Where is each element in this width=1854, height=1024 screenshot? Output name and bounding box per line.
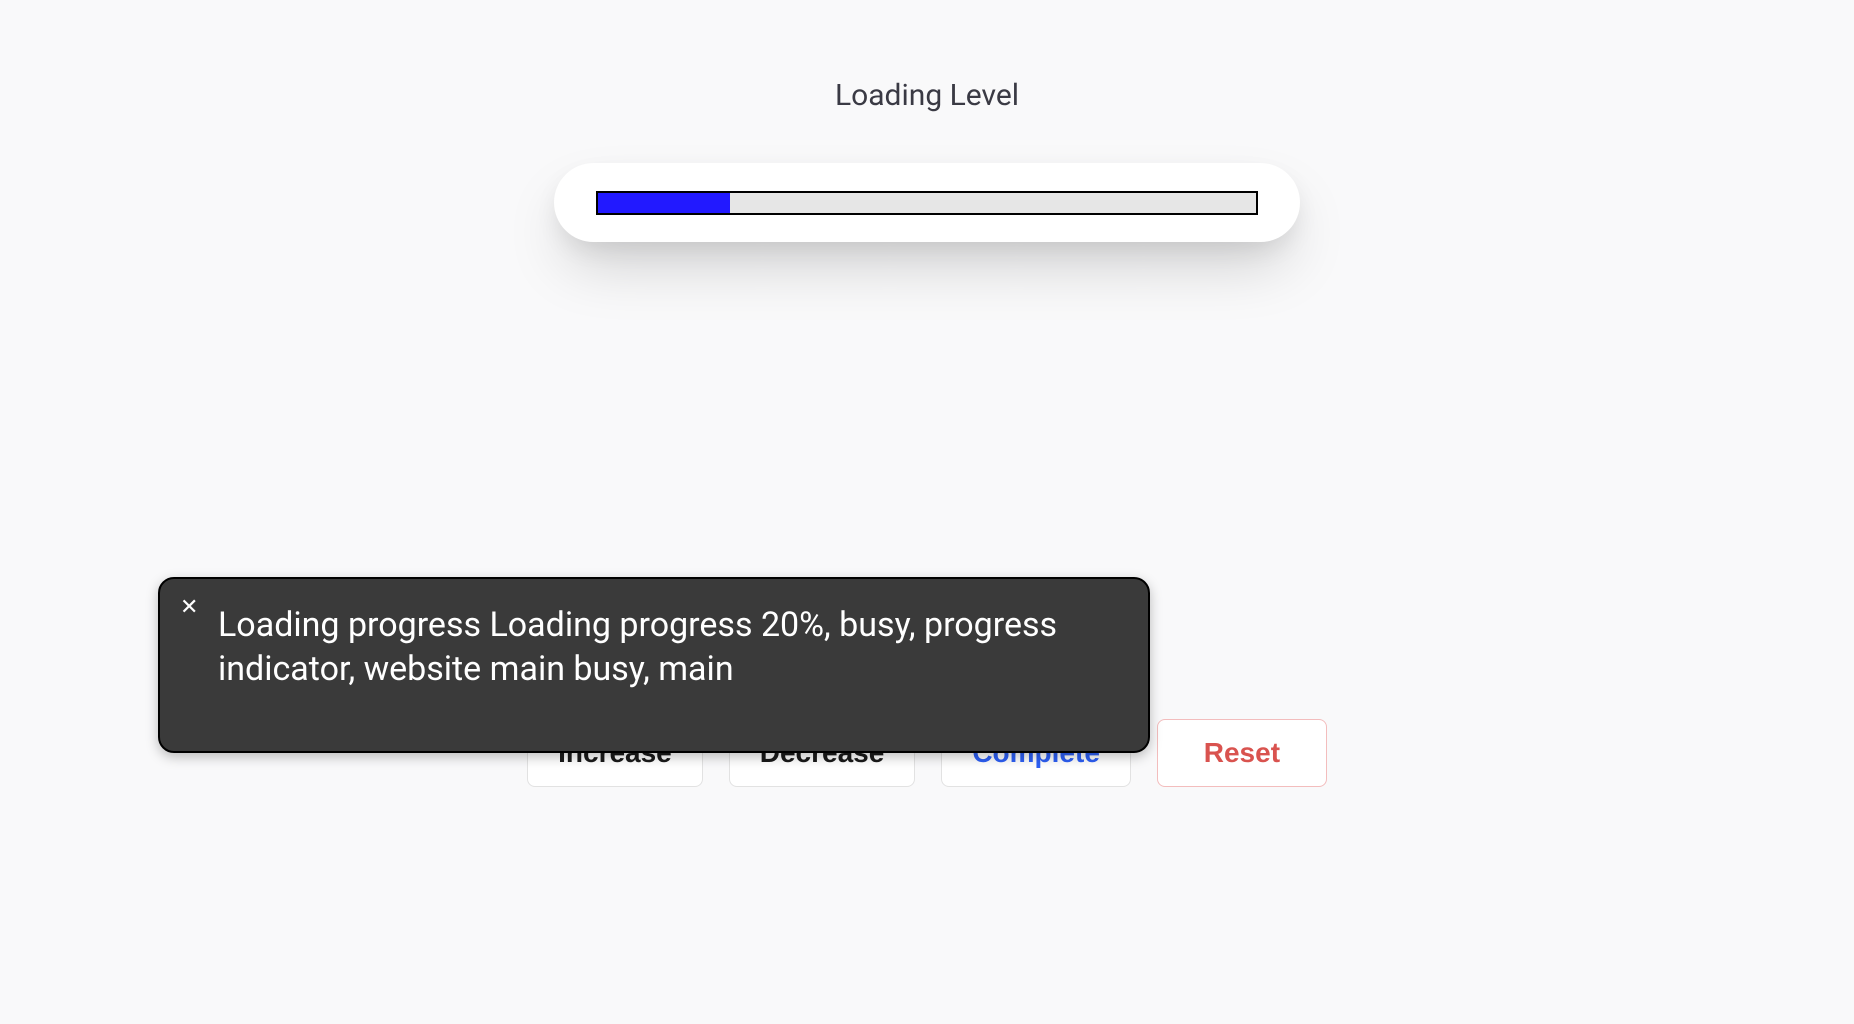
progress-container: [554, 163, 1300, 242]
reset-button[interactable]: Reset: [1157, 719, 1327, 787]
close-icon[interactable]: ✕: [180, 597, 198, 619]
progress-bar: [596, 191, 1258, 215]
progress-bar-fill: [598, 193, 730, 213]
tooltip-text: Loading progress Loading progress 20%, b…: [218, 603, 1116, 691]
accessibility-tooltip: ✕ Loading progress Loading progress 20%,…: [158, 577, 1150, 753]
page-title: Loading Level: [0, 78, 1854, 113]
